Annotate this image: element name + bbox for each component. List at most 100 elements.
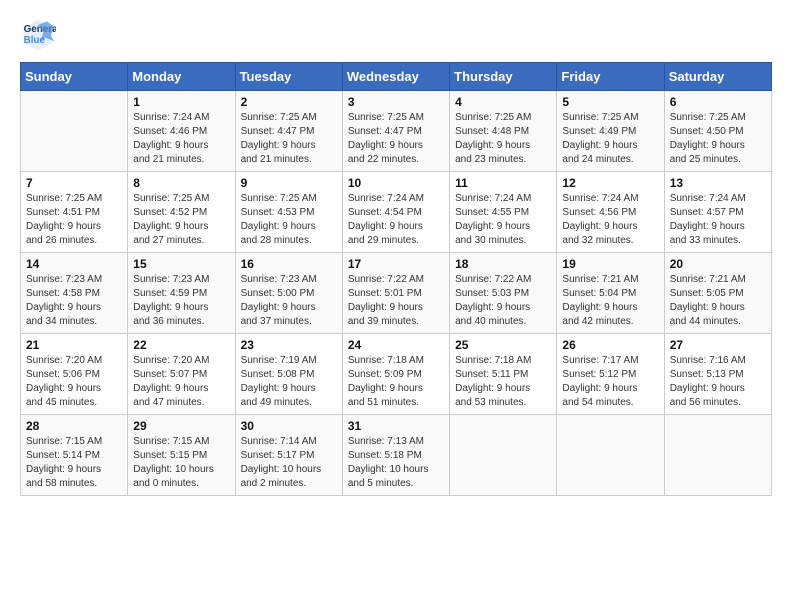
day-info: Sunrise: 7:23 AM Sunset: 4:59 PM Dayligh… xyxy=(133,273,229,329)
calendar-cell: 13 Sunrise: 7:24 AM Sunset: 4:57 PM Dayli… xyxy=(664,172,771,253)
day-number: 10 xyxy=(348,176,444,190)
day-info: Sunrise: 7:15 AM Sunset: 5:15 PM Dayligh… xyxy=(133,435,229,491)
day-info: Sunrise: 7:20 AM Sunset: 5:07 PM Dayligh… xyxy=(133,354,229,410)
day-number: 13 xyxy=(670,176,766,190)
calendar-cell xyxy=(21,91,128,172)
calendar-cell: 14Sunrise: 7:23 AM Sunset: 4:58 PM Dayli… xyxy=(21,253,128,334)
calendar-cell: 15 Sunrise: 7:23 AM Sunset: 4:59 PM Dayli… xyxy=(128,253,235,334)
header-thursday: Thursday xyxy=(450,63,557,91)
calendar-cell xyxy=(557,415,664,496)
calendar-table: SundayMondayTuesdayWednesdayThursdayFrid… xyxy=(20,62,772,496)
day-number: 15 xyxy=(133,257,229,271)
calendar-week-3: 14Sunrise: 7:23 AM Sunset: 4:58 PM Dayli… xyxy=(21,253,772,334)
calendar-cell: 2 Sunrise: 7:25 AM Sunset: 4:47 PM Daylig… xyxy=(235,91,342,172)
calendar-cell: 3 Sunrise: 7:25 AM Sunset: 4:47 PM Daylig… xyxy=(342,91,449,172)
day-number: 28 xyxy=(26,419,122,433)
calendar-cell: 7 Sunrise: 7:25 AM Sunset: 4:51 PM Daylig… xyxy=(21,172,128,253)
calendar-cell: 23 Sunrise: 7:19 AM Sunset: 5:08 PM Dayli… xyxy=(235,334,342,415)
calendar-cell: 20 Sunrise: 7:21 AM Sunset: 5:05 PM Dayli… xyxy=(664,253,771,334)
calendar-cell: 28 Sunrise: 7:15 AM Sunset: 5:14 PM Dayli… xyxy=(21,415,128,496)
day-info: Sunrise: 7:25 AM Sunset: 4:47 PM Dayligh… xyxy=(348,111,444,167)
day-info: Sunrise: 7:25 AM Sunset: 4:52 PM Dayligh… xyxy=(133,192,229,248)
page-header: General Blue xyxy=(20,16,772,52)
day-number: 6 xyxy=(670,95,766,109)
calendar-cell: 17 Sunrise: 7:22 AM Sunset: 5:01 PM Dayli… xyxy=(342,253,449,334)
day-info: Sunrise: 7:25 AM Sunset: 4:51 PM Dayligh… xyxy=(26,192,122,248)
day-info: Sunrise: 7:24 AM Sunset: 4:55 PM Dayligh… xyxy=(455,192,551,248)
day-number: 9 xyxy=(241,176,337,190)
day-number: 11 xyxy=(455,176,551,190)
day-info: Sunrise: 7:24 AM Sunset: 4:57 PM Dayligh… xyxy=(670,192,766,248)
day-info: Sunrise: 7:20 AM Sunset: 5:06 PM Dayligh… xyxy=(26,354,122,410)
day-number: 3 xyxy=(348,95,444,109)
day-number: 5 xyxy=(562,95,658,109)
day-number: 31 xyxy=(348,419,444,433)
day-number: 4 xyxy=(455,95,551,109)
logo-icon: General Blue xyxy=(20,16,56,52)
day-info: Sunrise: 7:22 AM Sunset: 5:03 PM Dayligh… xyxy=(455,273,551,329)
day-info: Sunrise: 7:18 AM Sunset: 5:11 PM Dayligh… xyxy=(455,354,551,410)
day-number: 24 xyxy=(348,338,444,352)
day-info: Sunrise: 7:23 AM Sunset: 5:00 PM Dayligh… xyxy=(241,273,337,329)
day-info: Sunrise: 7:18 AM Sunset: 5:09 PM Dayligh… xyxy=(348,354,444,410)
day-number: 29 xyxy=(133,419,229,433)
day-info: Sunrise: 7:25 AM Sunset: 4:47 PM Dayligh… xyxy=(241,111,337,167)
header-monday: Monday xyxy=(128,63,235,91)
day-info: Sunrise: 7:19 AM Sunset: 5:08 PM Dayligh… xyxy=(241,354,337,410)
calendar-cell: 22 Sunrise: 7:20 AM Sunset: 5:07 PM Dayli… xyxy=(128,334,235,415)
calendar-header-row: SundayMondayTuesdayWednesdayThursdayFrid… xyxy=(21,63,772,91)
day-number: 30 xyxy=(241,419,337,433)
day-number: 23 xyxy=(241,338,337,352)
day-info: Sunrise: 7:25 AM Sunset: 4:48 PM Dayligh… xyxy=(455,111,551,167)
day-number: 2 xyxy=(241,95,337,109)
day-info: Sunrise: 7:15 AM Sunset: 5:14 PM Dayligh… xyxy=(26,435,122,491)
day-number: 25 xyxy=(455,338,551,352)
calendar-cell: 10Sunrise: 7:24 AM Sunset: 4:54 PM Dayli… xyxy=(342,172,449,253)
day-info: Sunrise: 7:14 AM Sunset: 5:17 PM Dayligh… xyxy=(241,435,337,491)
header-saturday: Saturday xyxy=(664,63,771,91)
calendar-cell: 24 Sunrise: 7:18 AM Sunset: 5:09 PM Dayli… xyxy=(342,334,449,415)
calendar-cell: 25 Sunrise: 7:18 AM Sunset: 5:11 PM Dayli… xyxy=(450,334,557,415)
calendar-cell: 6 Sunrise: 7:25 AM Sunset: 4:50 PM Daylig… xyxy=(664,91,771,172)
calendar-week-4: 21 Sunrise: 7:20 AM Sunset: 5:06 PM Dayli… xyxy=(21,334,772,415)
calendar-week-5: 28 Sunrise: 7:15 AM Sunset: 5:14 PM Dayli… xyxy=(21,415,772,496)
calendar-cell: 31 Sunrise: 7:13 AM Sunset: 5:18 PM Dayli… xyxy=(342,415,449,496)
calendar-cell: 16 Sunrise: 7:23 AM Sunset: 5:00 PM Dayli… xyxy=(235,253,342,334)
day-number: 19 xyxy=(562,257,658,271)
day-info: Sunrise: 7:25 AM Sunset: 4:53 PM Dayligh… xyxy=(241,192,337,248)
calendar-cell: 12 Sunrise: 7:24 AM Sunset: 4:56 PM Dayli… xyxy=(557,172,664,253)
day-number: 20 xyxy=(670,257,766,271)
day-number: 17 xyxy=(348,257,444,271)
calendar-cell: 4 Sunrise: 7:25 AM Sunset: 4:48 PM Daylig… xyxy=(450,91,557,172)
day-info: Sunrise: 7:13 AM Sunset: 5:18 PM Dayligh… xyxy=(348,435,444,491)
calendar-cell: 11 Sunrise: 7:24 AM Sunset: 4:55 PM Dayli… xyxy=(450,172,557,253)
calendar-cell: 21 Sunrise: 7:20 AM Sunset: 5:06 PM Dayli… xyxy=(21,334,128,415)
calendar-cell: 29 Sunrise: 7:15 AM Sunset: 5:15 PM Dayli… xyxy=(128,415,235,496)
day-number: 1 xyxy=(133,95,229,109)
calendar-cell: 8 Sunrise: 7:25 AM Sunset: 4:52 PM Daylig… xyxy=(128,172,235,253)
day-number: 18 xyxy=(455,257,551,271)
day-number: 7 xyxy=(26,176,122,190)
header-sunday: Sunday xyxy=(21,63,128,91)
day-info: Sunrise: 7:16 AM Sunset: 5:13 PM Dayligh… xyxy=(670,354,766,410)
day-number: 8 xyxy=(133,176,229,190)
calendar-cell: 9 Sunrise: 7:25 AM Sunset: 4:53 PM Daylig… xyxy=(235,172,342,253)
day-number: 22 xyxy=(133,338,229,352)
day-number: 14 xyxy=(26,257,122,271)
day-number: 12 xyxy=(562,176,658,190)
day-number: 26 xyxy=(562,338,658,352)
day-number: 27 xyxy=(670,338,766,352)
calendar-cell: 27 Sunrise: 7:16 AM Sunset: 5:13 PM Dayli… xyxy=(664,334,771,415)
day-info: Sunrise: 7:25 AM Sunset: 4:50 PM Dayligh… xyxy=(670,111,766,167)
day-number: 21 xyxy=(26,338,122,352)
calendar-week-2: 7 Sunrise: 7:25 AM Sunset: 4:51 PM Daylig… xyxy=(21,172,772,253)
day-info: Sunrise: 7:22 AM Sunset: 5:01 PM Dayligh… xyxy=(348,273,444,329)
day-info: Sunrise: 7:17 AM Sunset: 5:12 PM Dayligh… xyxy=(562,354,658,410)
calendar-week-1: 1Sunrise: 7:24 AM Sunset: 4:46 PM Daylig… xyxy=(21,91,772,172)
calendar-cell: 19Sunrise: 7:21 AM Sunset: 5:04 PM Dayli… xyxy=(557,253,664,334)
calendar-cell: 30 Sunrise: 7:14 AM Sunset: 5:17 PM Dayli… xyxy=(235,415,342,496)
calendar-cell: 5Sunrise: 7:25 AM Sunset: 4:49 PM Daylig… xyxy=(557,91,664,172)
day-info: Sunrise: 7:21 AM Sunset: 5:05 PM Dayligh… xyxy=(670,273,766,329)
day-number: 16 xyxy=(241,257,337,271)
day-info: Sunrise: 7:24 AM Sunset: 4:56 PM Dayligh… xyxy=(562,192,658,248)
